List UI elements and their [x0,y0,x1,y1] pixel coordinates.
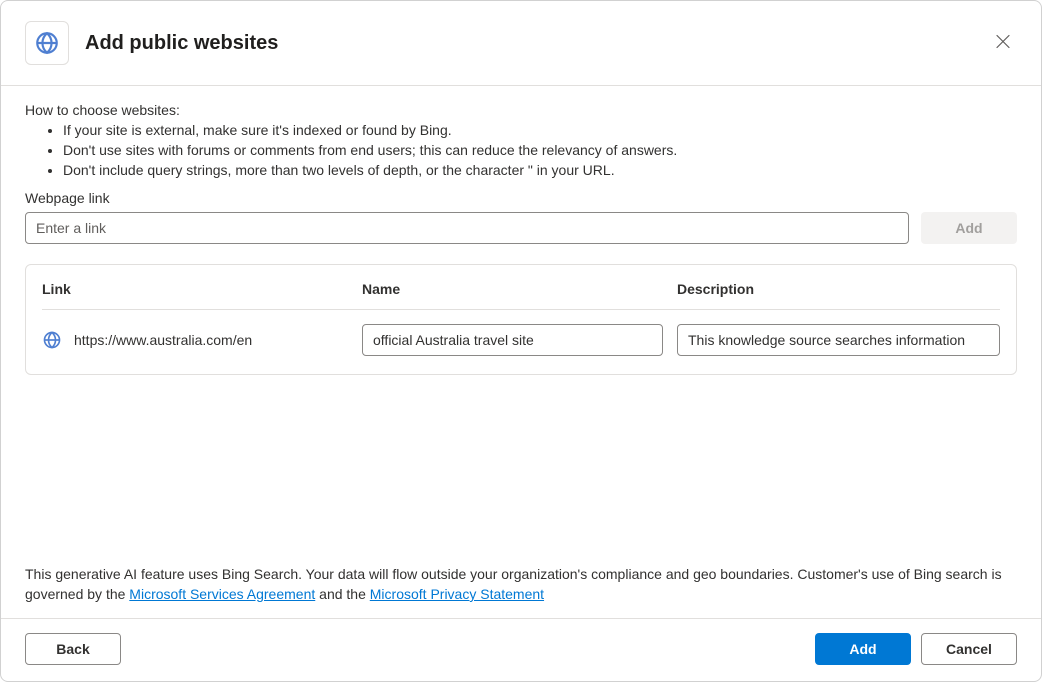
help-heading: How to choose websites: [25,102,1017,118]
help-list: If your site is external, make sure it's… [63,120,1017,180]
globe-icon [34,30,60,56]
links-table: Link Name Description https://www.austra… [25,264,1017,375]
table-row: https://www.australia.com/en [42,310,1000,374]
cell-name [362,324,677,356]
link-input-row: Add [25,212,1017,244]
add-public-websites-dialog: Add public websites How to choose websit… [0,0,1042,682]
help-bullet: If your site is external, make sure it's… [63,120,1017,140]
help-bullet: Don't include query strings, more than t… [63,160,1017,180]
column-header-name: Name [362,281,677,297]
close-button[interactable] [989,28,1017,59]
dialog-title: Add public websites [85,32,278,55]
close-icon [995,34,1011,50]
webpage-link-label: Webpage link [25,190,1017,206]
privacy-statement-link[interactable]: Microsoft Privacy Statement [370,586,544,602]
dialog-body: How to choose websites: If your site is … [1,86,1041,564]
row-link-text: https://www.australia.com/en [74,332,252,348]
row-name-input[interactable] [362,324,663,356]
disclaimer-text-part: and the [315,586,370,602]
dialog-footer: Back Add Cancel [1,618,1041,681]
services-agreement-link[interactable]: Microsoft Services Agreement [129,586,315,602]
dialog-header: Add public websites [1,1,1041,86]
table-header-row: Link Name Description [42,265,1000,310]
disclaimer-text: This generative AI feature uses Bing Sea… [1,564,1041,618]
cell-link: https://www.australia.com/en [42,330,362,350]
cell-description [677,324,1000,356]
cancel-button[interactable]: Cancel [921,633,1017,665]
back-button[interactable]: Back [25,633,121,665]
add-link-button[interactable]: Add [921,212,1017,244]
help-bullet: Don't use sites with forums or comments … [63,140,1017,160]
column-header-description: Description [677,281,1000,297]
column-header-link: Link [42,281,362,297]
webpage-link-input[interactable] [25,212,909,244]
globe-icon [42,330,62,350]
header-icon-box [25,21,69,65]
add-button[interactable]: Add [815,633,911,665]
row-description-input[interactable] [677,324,1000,356]
